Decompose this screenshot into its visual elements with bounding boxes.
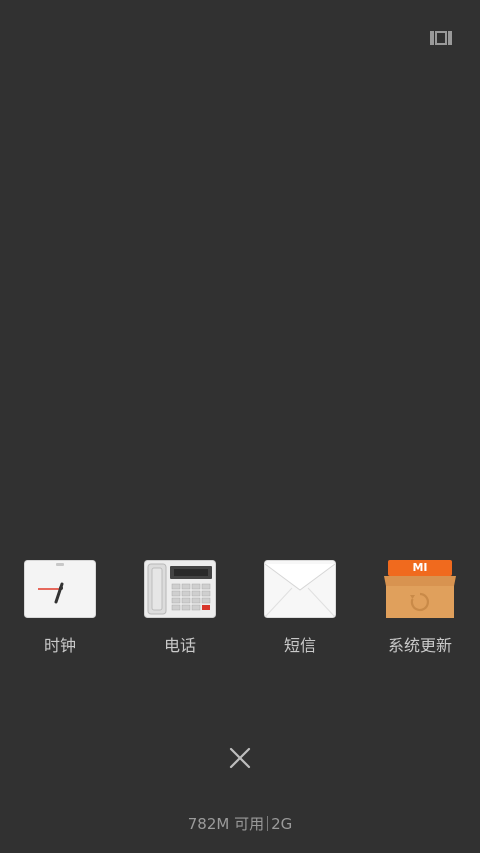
clock-icon — [24, 560, 96, 618]
recent-apps-row: 时钟 电话 短信 MI 系统更新 — [0, 560, 480, 660]
view-toggle-button[interactable] — [430, 30, 452, 46]
recent-app-system-update[interactable]: MI 系统更新 — [378, 560, 462, 660]
recent-apps-screen: 时钟 电话 短信 MI 系统更新 782M 可用 2G — [0, 0, 480, 853]
memory-divider — [267, 816, 269, 831]
memory-total: 2G — [271, 815, 293, 833]
recent-app-label: 短信 — [283, 636, 316, 655]
recent-app-label: 系统更新 — [387, 636, 452, 655]
close-icon — [229, 747, 251, 769]
memory-status: 782M 可用 2G — [0, 814, 480, 834]
recent-app-phone[interactable]: 电话 — [138, 560, 222, 660]
mi-logo: MI — [412, 561, 428, 574]
clear-all-button[interactable] — [224, 742, 256, 774]
envelope-icon — [264, 560, 336, 618]
memory-available: 782M 可用 — [187, 815, 265, 833]
recent-app-label: 时钟 — [43, 636, 76, 655]
phone-icon — [144, 560, 216, 618]
grid-view-icon — [430, 31, 452, 45]
recent-app-label: 电话 — [163, 636, 196, 655]
recent-app-messages[interactable]: 短信 — [258, 560, 342, 660]
recent-app-clock[interactable]: 时钟 — [18, 560, 102, 660]
